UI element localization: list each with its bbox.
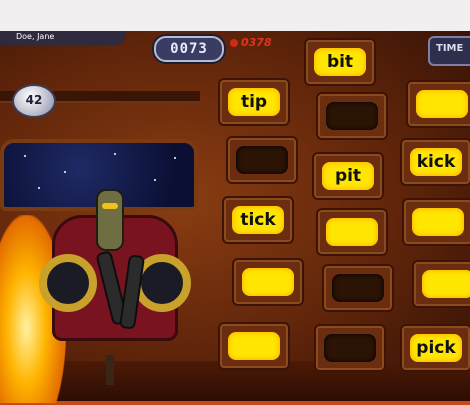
word-tile[interactable]: [318, 210, 386, 254]
chair-stand: [106, 355, 114, 385]
target-score: 0378: [230, 36, 272, 49]
word-tile[interactable]: bit: [306, 40, 374, 84]
player-name: Doe, Jane: [16, 32, 55, 41]
player-nameplate: Doe, Jane: [0, 31, 125, 45]
word-tile[interactable]: kick: [402, 140, 470, 184]
tile-word: [320, 96, 384, 136]
tile-word: [222, 326, 286, 366]
tile-word: pick: [416, 338, 456, 358]
tile-word: [406, 202, 470, 242]
floor-edge: [0, 401, 470, 405]
badge-value: 42: [25, 93, 43, 107]
tile-word: bit: [326, 52, 354, 72]
word-tile[interactable]: [318, 94, 386, 138]
tile-word: pit: [334, 166, 362, 186]
browser-top-bar: [0, 0, 470, 31]
target-score-value: 0378: [241, 36, 272, 49]
tile-word: tip: [240, 92, 268, 112]
tile-word: [416, 264, 470, 304]
robot-visor: [102, 203, 118, 209]
word-tile[interactable]: [220, 324, 288, 368]
tile-word: kick: [416, 152, 456, 172]
word-tile[interactable]: [324, 266, 392, 310]
word-tile[interactable]: tick: [224, 198, 292, 242]
tile-word: [320, 212, 384, 252]
word-tile[interactable]: [408, 82, 470, 126]
tile-word: [230, 140, 294, 180]
word-tile[interactable]: [234, 260, 302, 304]
chair-arm-left: [39, 254, 97, 312]
tile-word: tick: [240, 210, 276, 230]
word-tile[interactable]: tip: [220, 80, 288, 124]
tile-word: [318, 328, 382, 368]
tile-word: [326, 268, 390, 308]
robot-character: [96, 189, 124, 251]
time-button[interactable]: TIME: [428, 36, 470, 66]
time-label: TIME: [436, 43, 464, 54]
tile-word: [410, 84, 470, 124]
score-value: 0073: [170, 41, 208, 57]
word-tile[interactable]: [316, 326, 384, 370]
word-tile[interactable]: pick: [402, 326, 470, 370]
score-display: 0073: [154, 36, 224, 62]
target-dot-icon: [230, 39, 238, 47]
lightbulb-badge: 42: [12, 84, 56, 118]
word-tile[interactable]: pit: [314, 154, 382, 198]
word-tile[interactable]: [228, 138, 296, 182]
tile-word: [236, 262, 300, 302]
word-tile[interactable]: [414, 262, 470, 306]
word-tile[interactable]: [404, 200, 470, 244]
